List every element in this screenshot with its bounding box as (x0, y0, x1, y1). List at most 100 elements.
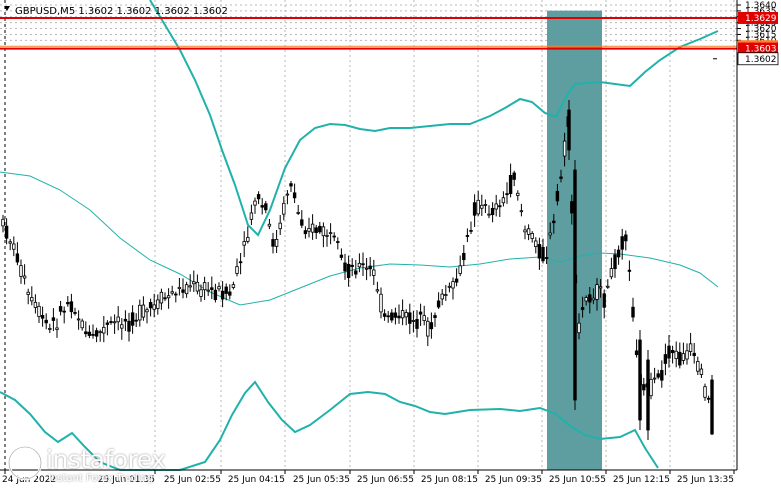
candle-body (30, 297, 34, 302)
candle-body (620, 236, 624, 250)
candle-body (292, 192, 297, 199)
candle-body (480, 204, 484, 209)
candle-body (249, 212, 254, 220)
candle-body (415, 318, 419, 329)
candle-body (494, 203, 498, 210)
candle-body (174, 293, 178, 296)
candle-body (447, 285, 452, 288)
candle-body (354, 270, 358, 275)
x-tick-label: 25 Jun 04:15 (228, 475, 285, 485)
candle-body (109, 321, 113, 323)
candle-body (426, 320, 430, 337)
candle-body (253, 200, 257, 206)
candle-body (120, 324, 124, 329)
candle-body (321, 226, 326, 237)
candle-body (433, 315, 437, 318)
candle-body (278, 222, 282, 230)
candle-body (62, 310, 66, 313)
candle-body (375, 289, 380, 292)
candle-body (94, 330, 99, 337)
x-tick-label: 25 Jun 13:35 (677, 475, 734, 485)
watermark-tagline: Instant Forex Trading (48, 473, 154, 484)
candle-body (570, 201, 574, 214)
candle-body (516, 192, 520, 196)
candle-body (69, 301, 74, 313)
chart-canvas[interactable]: 1.36401.36351.36301.36251.36201.36151.36… (0, 0, 781, 489)
candle-body (12, 243, 16, 250)
candle-body (350, 264, 354, 267)
candle-body (26, 291, 30, 295)
candle-body (314, 227, 318, 233)
candle-body (58, 306, 63, 312)
candle-body (40, 315, 45, 319)
candle-body (458, 265, 462, 274)
candle-body (418, 311, 423, 315)
candle-body (148, 302, 153, 309)
candle-body (379, 293, 383, 313)
candle-body (501, 197, 506, 204)
candle-body (613, 254, 617, 270)
candle-body (66, 302, 70, 305)
candle-body (260, 205, 264, 208)
candle-body (390, 312, 394, 321)
candle-body (166, 295, 171, 299)
candle-body (364, 267, 369, 270)
candle-body (242, 241, 246, 246)
candle-body (55, 327, 59, 330)
candle-body (508, 174, 513, 194)
candle-body (523, 229, 527, 233)
candle-body (202, 282, 207, 291)
candle-body (8, 241, 12, 244)
candle-body (562, 140, 567, 157)
candle-body (156, 299, 160, 309)
candle-body (37, 305, 41, 317)
candle-body (404, 312, 408, 318)
candle-body (102, 326, 106, 334)
x-tick-label: 25 Jun 05:35 (293, 475, 350, 485)
candle-body (105, 322, 110, 325)
candle-body (408, 312, 412, 324)
candle-body (526, 228, 531, 235)
candle-body (310, 223, 315, 233)
price-level-tag-label: 1.3629 (745, 14, 777, 24)
candle-body (567, 109, 571, 151)
candle-body (91, 334, 95, 336)
candle-body (181, 289, 185, 293)
candle-body (116, 316, 120, 323)
candle-body (688, 343, 693, 352)
candle-body (541, 246, 545, 262)
candle-body (422, 315, 426, 321)
candle-body (548, 232, 552, 236)
candle-body (454, 278, 459, 283)
candle-body (472, 202, 477, 216)
candle-body (393, 312, 398, 318)
candle-body (663, 354, 668, 364)
candle-body (692, 352, 696, 357)
candle-body (451, 281, 455, 289)
candle-body (130, 312, 135, 326)
candle-body (638, 339, 642, 421)
candle-body (318, 225, 322, 233)
price-chart[interactable]: 1.36401.36351.36301.36251.36201.36151.36… (0, 0, 781, 489)
candle-body (634, 350, 639, 356)
candle-body (138, 304, 142, 321)
candle-body (656, 373, 660, 378)
candle-body (537, 244, 542, 259)
candle-body (307, 228, 311, 232)
candle-body (4, 225, 9, 239)
candle-body (652, 377, 657, 380)
candle-body (213, 289, 218, 300)
candle-body (631, 306, 635, 318)
candle-body (177, 286, 182, 289)
candle-body (627, 269, 632, 272)
candle-body (580, 307, 585, 310)
candle-body (670, 349, 675, 354)
candle-body (559, 176, 563, 179)
candle-body (573, 169, 577, 401)
candle-body (282, 202, 286, 215)
candle-body (84, 331, 88, 335)
candle-body (678, 351, 682, 366)
candle-body (238, 261, 243, 264)
watermark-brand: instaforex (46, 445, 166, 474)
candle-body (98, 331, 102, 334)
